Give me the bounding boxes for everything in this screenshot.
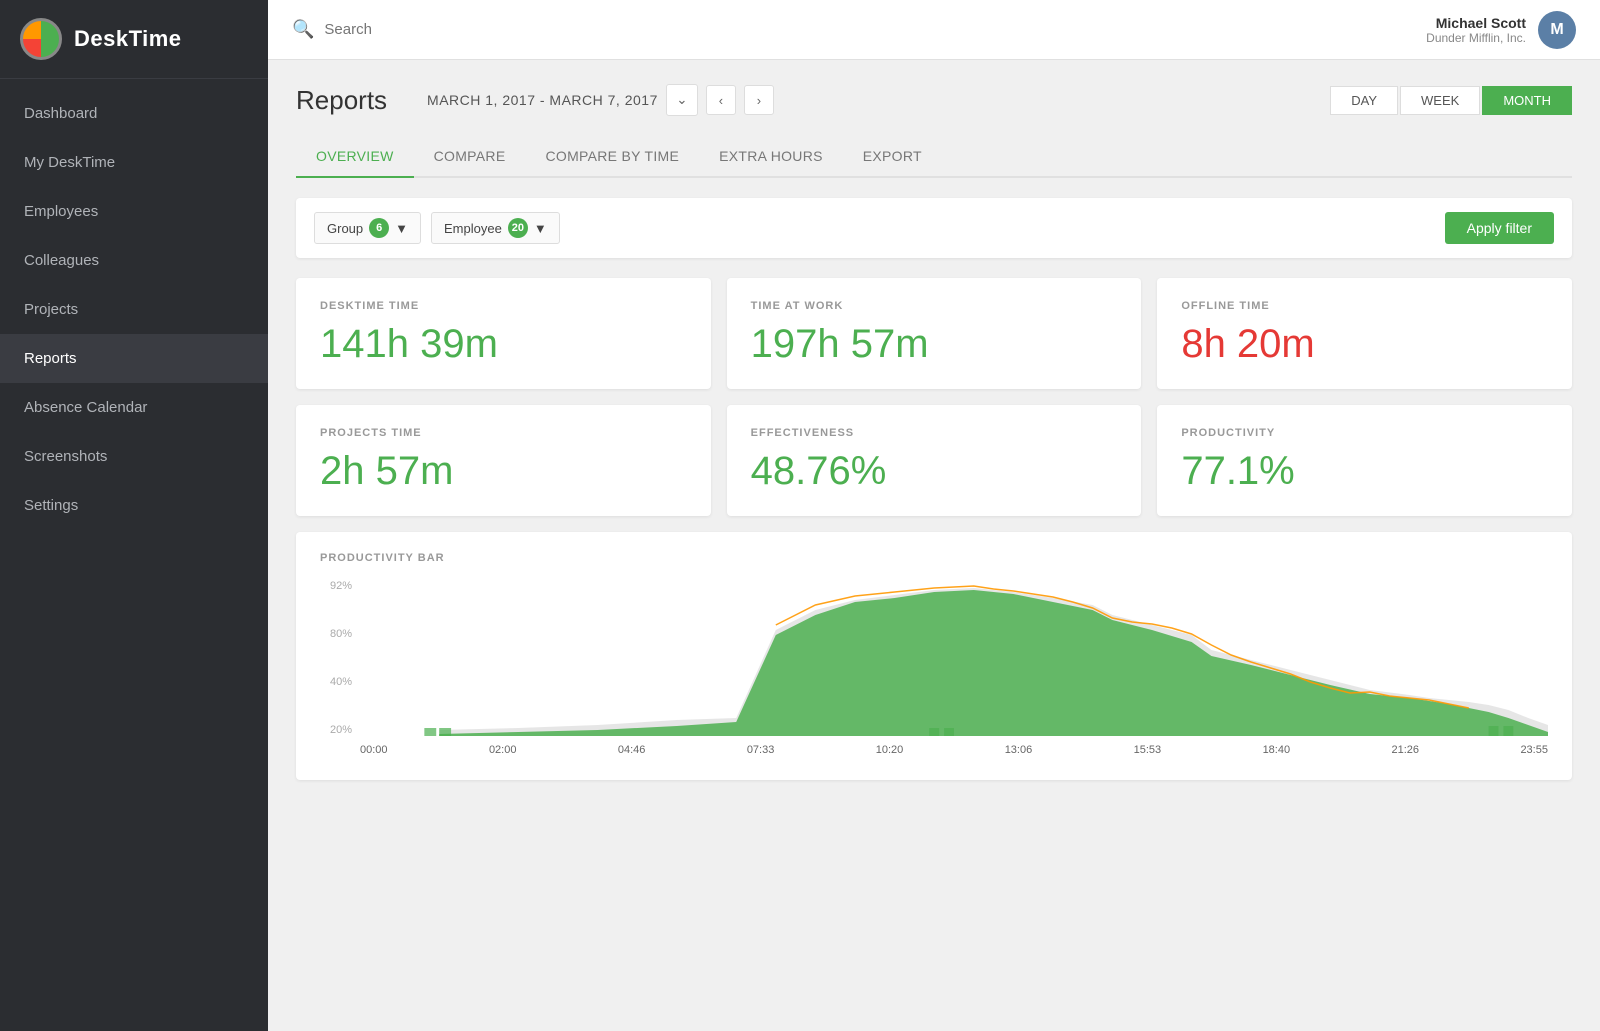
stat-label-projects-time: PROJECTS TIME [320,427,687,439]
y-axis-label: 80% [330,628,352,640]
employee-dropdown-icon: ▼ [534,221,547,236]
next-period-btn[interactable]: › [744,85,774,115]
stat-value-productivity: 77.1% [1181,449,1548,494]
stat-label-offline-time: OFFLINE TIME [1181,300,1548,312]
stat-value-effectiveness: 48.76% [751,449,1118,494]
employee-label: Employee [444,221,502,236]
sidebar-nav: DashboardMy DeskTimeEmployeesColleaguesP… [0,79,268,1031]
stat-card-time-at-work: TIME AT WORK 197h 57m [727,278,1142,389]
employee-count: 20 [508,218,528,238]
group-dropdown-icon: ▼ [395,221,408,236]
tab-export[interactable]: EXPORT [843,136,942,176]
stat-label-effectiveness: EFFECTIVENESS [751,427,1118,439]
user-name-block: Michael Scott Dunder Mifflin, Inc. [1426,15,1526,45]
stat-card-productivity: PRODUCTIVITY 77.1% [1157,405,1572,516]
stat-card-offline-time: OFFLINE TIME 8h 20m [1157,278,1572,389]
sidebar-item-employees[interactable]: Employees [0,187,268,236]
stat-value-time-at-work: 197h 57m [751,322,1118,367]
y-axis-label: 40% [330,676,352,688]
sidebar-item-my-desktime[interactable]: My DeskTime [0,138,268,187]
stats-grid: DESKTIME TIME 141h 39m TIME AT WORK 197h… [296,278,1572,516]
x-axis-label: 04:46 [618,744,646,756]
search-input[interactable] [324,21,1426,38]
page-title: Reports [296,85,387,116]
group-count: 6 [369,218,389,238]
period-btn-week[interactable]: WEEK [1400,86,1480,115]
user-full-name: Michael Scott [1426,15,1526,31]
employee-filter[interactable]: Employee 20 ▼ [431,212,560,244]
x-axis-label: 21:26 [1392,744,1420,756]
stat-card-projects-time: PROJECTS TIME 2h 57m [296,405,711,516]
y-axis-label: 20% [330,724,352,736]
stat-card-desktime-time: DESKTIME TIME 141h 39m [296,278,711,389]
tab-compare-by-time[interactable]: COMPARE BY TIME [525,136,699,176]
x-axis-label: 07:33 [747,744,775,756]
tab-overview[interactable]: OVERVIEW [296,136,414,176]
chart-area: 92% 80% 40% 20% [320,580,1548,760]
prev-period-btn[interactable]: ‹ [706,85,736,115]
page-content: Reports MARCH 1, 2017 - MARCH 7, 2017 ⌄ … [268,60,1600,820]
group-label: Group [327,221,363,236]
filter-bar: Group 6 ▼ Employee 20 ▼ Apply filter [296,198,1572,258]
stat-value-offline-time: 8h 20m [1181,322,1548,367]
apply-filter-button[interactable]: Apply filter [1445,212,1554,244]
main-content: 🔍 Michael Scott Dunder Mifflin, Inc. M R… [268,0,1600,1031]
tabs: OVERVIEWCOMPARECOMPARE BY TIMEEXTRA HOUR… [296,136,1572,178]
user-company: Dunder Mifflin, Inc. [1426,31,1526,45]
sidebar-item-reports[interactable]: Reports [0,334,268,383]
stat-label-productivity: PRODUCTIVITY [1181,427,1548,439]
period-btn-month[interactable]: MONTH [1482,86,1572,115]
sidebar-item-screenshots[interactable]: Screenshots [0,432,268,481]
tab-extra-hours[interactable]: EXTRA HOURS [699,136,843,176]
period-btn-day[interactable]: DAY [1330,86,1398,115]
stat-label-desktime-time: DESKTIME TIME [320,300,687,312]
x-axis-label: 00:00 [360,744,388,756]
chart-plot [360,580,1548,736]
logo-text: DeskTime [74,26,182,52]
user-info: Michael Scott Dunder Mifflin, Inc. M [1426,11,1576,49]
sidebar-item-absence-calendar[interactable]: Absence Calendar [0,383,268,432]
page-header: Reports MARCH 1, 2017 - MARCH 7, 2017 ⌄ … [296,84,1572,116]
sidebar-item-dashboard[interactable]: Dashboard [0,89,268,138]
y-axis: 92% 80% 40% 20% [320,580,360,736]
period-buttons: DAYWEEKMONTH [1330,86,1572,115]
tab-compare[interactable]: COMPARE [414,136,526,176]
chart-svg [360,580,1548,736]
date-range-text: MARCH 1, 2017 - MARCH 7, 2017 [427,92,658,108]
y-axis-label: 92% [330,580,352,592]
avatar[interactable]: M [1538,11,1576,49]
sidebar-logo: DeskTime [0,0,268,79]
x-axis-label: 18:40 [1263,744,1291,756]
date-range: MARCH 1, 2017 - MARCH 7, 2017 ⌄ ‹ › [427,84,774,116]
x-axis-label: 13:06 [1005,744,1033,756]
x-axis: 00:00 02:00 04:46 07:33 10:20 13:06 15:53 18:40… [360,740,1548,760]
desktime-logo-icon [20,18,62,60]
x-axis-label: 15:53 [1134,744,1162,756]
stat-card-effectiveness: EFFECTIVENESS 48.76% [727,405,1142,516]
productivity-chart-card: PRODUCTIVITY BAR 92% 80% 40% 20% [296,532,1572,780]
x-axis-label: 02:00 [489,744,517,756]
x-axis-label: 23:55 [1520,744,1548,756]
sidebar: DeskTime DashboardMy DeskTimeEmployeesCo… [0,0,268,1031]
stat-value-projects-time: 2h 57m [320,449,687,494]
group-filter[interactable]: Group 6 ▼ [314,212,421,244]
stat-value-desktime-time: 141h 39m [320,322,687,367]
sidebar-item-projects[interactable]: Projects [0,285,268,334]
search-icon: 🔍 [292,19,314,40]
topbar: 🔍 Michael Scott Dunder Mifflin, Inc. M [268,0,1600,60]
chart-label: PRODUCTIVITY BAR [320,552,1548,564]
date-dropdown-btn[interactable]: ⌄ [666,84,698,116]
sidebar-item-colleagues[interactable]: Colleagues [0,236,268,285]
stat-label-time-at-work: TIME AT WORK [751,300,1118,312]
sidebar-item-settings[interactable]: Settings [0,481,268,530]
x-axis-label: 10:20 [876,744,904,756]
